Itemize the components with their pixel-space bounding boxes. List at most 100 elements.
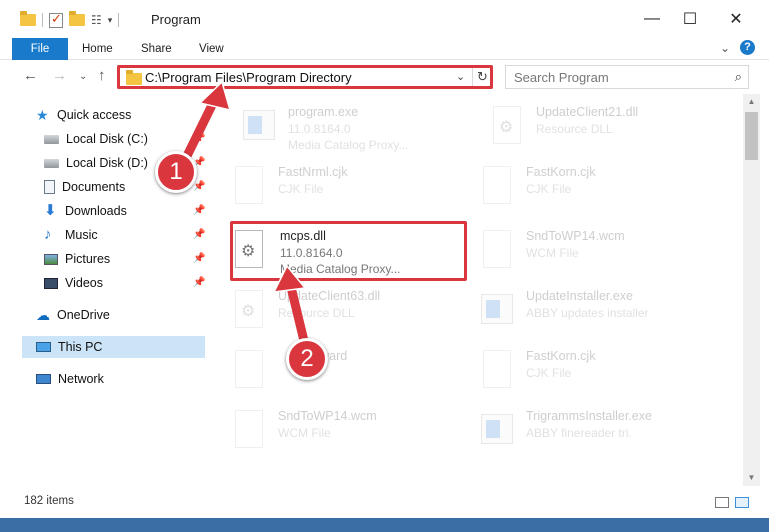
pin-icon[interactable]: 📌 [193,205,205,216]
properties-icon[interactable] [49,11,63,28]
file-type: ABBY updates installer [526,306,649,320]
nav-item-label: Documents [62,180,126,194]
close-button[interactable]: ✕ [716,6,756,32]
tiles-view-icon[interactable] [735,497,749,508]
status-bar: 182 items [0,486,769,518]
nav-item-music[interactable]: ♪ Music [44,224,98,246]
file-type: CJK File [526,182,572,196]
exe-icon [480,288,514,330]
file-type: Resource DLL [536,122,613,136]
forward-button[interactable]: → [52,67,67,84]
ribbon: File Home Share View ⌄ ? [0,38,769,94]
nav-item-this-pc[interactable]: This PC [22,336,205,358]
address-dropdown-icon[interactable]: ⌄ [456,70,465,83]
file-item[interactable]: program.exe 11.0.8164.0 Media Catalog Pr… [222,98,462,154]
nav-item-onedrive[interactable]: ☁ OneDrive [36,304,110,326]
file-icon [480,164,514,206]
file-item[interactable]: FastKorn.cjk CJK File [460,158,700,214]
file-name: UpdateInstaller.exe [526,289,634,303]
pin-icon[interactable]: 📌 [193,253,205,264]
file-type: CJK File [526,366,572,380]
file-item[interactable]: TrigrammsInstaller.exe ABBY finereader t… [460,402,700,458]
new-folder-icon[interactable] [69,11,85,26]
documents-icon [44,180,55,194]
dll-icon [232,288,266,330]
nav-item-local-disk-c[interactable]: Local Disk (C:) [44,128,148,150]
file-version: 11.0.8164.0 [280,246,343,260]
file-item-mcps-dll[interactable]: mcps.dll 11.0.8164.0 Media Catalog Proxy… [214,222,454,278]
window-title: Program [151,12,201,27]
exe-icon [242,104,276,146]
up-button[interactable]: ↑ [98,67,106,84]
file-item[interactable]: SndToWP14.wcm WCM File [212,402,452,458]
onedrive-icon: ☁ [36,307,50,323]
file-item[interactable]: UpdateInstaller.exe ABBY updates install… [460,282,700,338]
file-type: CJK File [278,182,324,196]
videos-icon [44,277,58,289]
file-list: program.exe 11.0.8164.0 Media Catalog Pr… [212,94,743,486]
nav-item-downloads[interactable]: ⬇ Downloads [44,200,127,222]
tab-view[interactable]: View [199,38,224,60]
maximize-button[interactable]: ☐ [670,6,710,32]
file-name: mcps.dll [280,229,326,243]
customize-toolbar-icon[interactable]: ☷ [91,13,102,27]
file-name: UpdateClient21.dll [536,105,639,119]
file-item[interactable]: FastKorn.cjk CJK File [460,342,700,398]
nav-item-network[interactable]: Network [36,368,104,390]
help-icon[interactable]: ? [740,40,755,55]
nav-item-quick-access[interactable]: ★ Quick access [36,104,131,126]
search-icon[interactable]: ⌕ [735,69,742,85]
folder-icon[interactable] [20,11,36,26]
file-item[interactable]: FastNrml.cjk CJK File [212,158,452,214]
nav-item-label: Videos [65,276,103,290]
nav-item-label: Local Disk (D:) [66,156,148,170]
refresh-button[interactable]: ↻ [472,66,492,88]
nav-item-local-disk-d[interactable]: Local Disk (D:) [44,152,148,174]
nav-item-label: Local Disk (C:) [66,132,148,146]
file-name: SndToWP14.wcm [526,229,625,243]
pin-icon[interactable]: 📌 [193,277,205,288]
details-view-icon[interactable] [715,497,729,508]
file-name: UpdateClient63.dll [278,289,381,303]
vertical-scrollbar[interactable]: ▲ ▼ [743,94,760,486]
file-name: SndToWP14.wcm [278,409,377,423]
desktop-strip [0,518,769,532]
nav-item-documents[interactable]: Documents [44,176,125,198]
nav-item-videos[interactable]: Videos [44,272,103,294]
nav-item-pictures[interactable]: Pictures [44,248,110,270]
downloads-icon: ⬇ [44,202,57,219]
expand-ribbon-icon[interactable]: ⌄ [720,41,730,55]
pin-icon[interactable]: 📌 [193,133,205,144]
file-item[interactable]: UpdateClient63.dll Resource DLL [212,282,452,338]
nav-item-label: Downloads [65,204,127,218]
address-bar[interactable]: C:\Program Files\Program Directory ⌄ ↻ [117,65,493,89]
folder-icon [126,70,142,85]
address-path[interactable]: C:\Program Files\Program Directory [145,70,352,85]
file-type: ABBY finereader tri. [526,426,632,440]
file-name: FastNrml.cjk [278,165,348,179]
search-input[interactable]: Search Program [514,70,609,85]
separator [42,13,43,27]
pin-icon[interactable]: 📌 [193,229,205,240]
back-button[interactable]: ← [23,67,38,84]
scroll-down-icon[interactable]: ▼ [743,470,760,486]
minimize-button[interactable]: — [632,6,672,32]
nav-item-label: OneDrive [57,308,110,322]
pin-icon[interactable]: 📌 [193,181,205,192]
search-box[interactable]: Search Program ⌕ [505,65,749,89]
tab-home[interactable]: Home [82,38,113,60]
scroll-thumb[interactable] [745,112,758,160]
file-item[interactable]: UpdateClient21.dll Resource DLL [470,98,710,154]
network-icon [36,374,51,384]
file-item[interactable]: Award [212,342,452,398]
tab-share[interactable]: Share [141,38,172,60]
scroll-up-icon[interactable]: ▲ [743,94,760,110]
step-1-badge: 1 [155,151,197,193]
file-type: WCM File [526,246,579,260]
file-item[interactable]: SndToWP14.wcm WCM File [460,222,700,278]
toolbar-dropdown-icon[interactable]: ▾ [108,15,113,26]
file-type: Resource DLL [278,306,355,320]
step-2-badge: 2 [286,338,328,380]
address-row: ← → ⌄ ↑ C:\Program Files\Program Directo… [0,60,769,94]
recent-locations-button[interactable]: ⌄ [79,71,87,82]
